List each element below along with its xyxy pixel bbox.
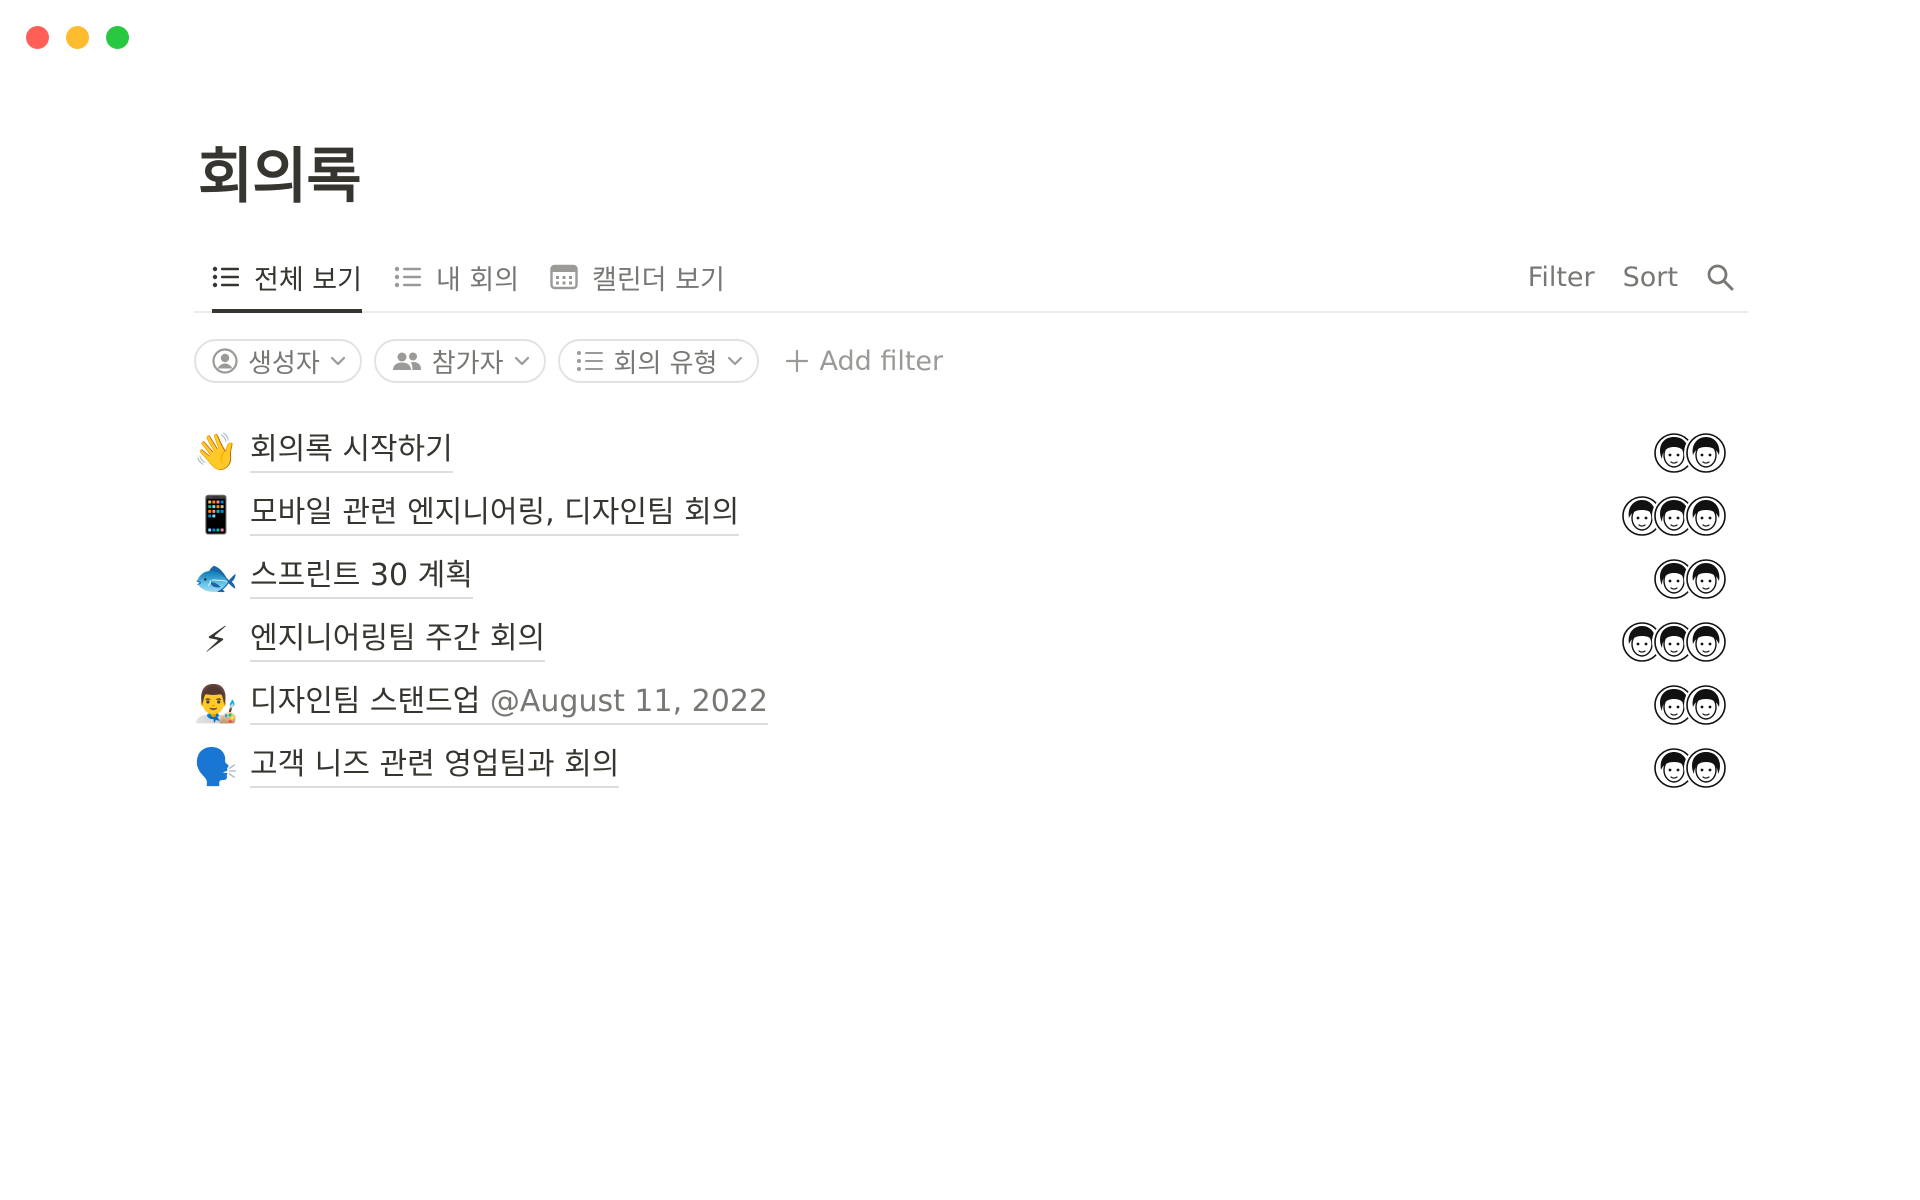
sort-button[interactable]: Sort — [1623, 262, 1678, 293]
tab-all-view[interactable]: 전체 보기 — [212, 245, 362, 313]
meeting-title-text: 고객 니즈 관련 영업팀과 회의 — [250, 746, 620, 782]
meeting-title-text: 디자인팀 스탠드업 — [250, 683, 490, 719]
meeting-list: 👋 회의록 시작하기 📱 모바일 관련 엔지니어링, 디자인팀 회의 🐟 스프린… — [194, 420, 1730, 798]
meeting-row[interactable]: 🐟 스프린트 30 계획 — [194, 546, 1730, 609]
maximize-window-button[interactable] — [106, 26, 129, 49]
filter-bar: 생성자 참가자 회의 유형 Add filter — [194, 337, 943, 385]
chevron-down-icon — [514, 356, 529, 366]
avatar[interactable] — [1684, 431, 1728, 475]
mobile-phone-icon: 📱 — [193, 494, 239, 536]
filter-chip-participants[interactable]: 참가자 — [373, 339, 546, 383]
filter-chip-meeting-type[interactable]: 회의 유형 — [557, 339, 760, 383]
close-window-button[interactable] — [26, 26, 49, 49]
meeting-title[interactable]: 디자인팀 스탠드업 @August 11, 2022 — [250, 683, 768, 725]
person-circle-icon — [212, 348, 238, 374]
meeting-title[interactable]: 엔지니어링팀 주간 회의 — [250, 620, 546, 662]
view-tab-bar: 전체 보기 내 회의 캘린더 보기 Filter Sort — [194, 245, 1748, 313]
calendar-icon — [550, 264, 578, 290]
participant-avatars — [1652, 431, 1728, 475]
participant-avatars — [1652, 683, 1728, 727]
participant-avatars — [1652, 746, 1728, 790]
artist-icon: 👨‍🎨 — [193, 683, 239, 725]
list-icon — [576, 351, 603, 371]
meeting-row[interactable]: 👨‍🎨 디자인팀 스탠드업 @August 11, 2022 — [194, 672, 1730, 735]
filter-button[interactable]: Filter — [1528, 262, 1595, 293]
meeting-title[interactable]: 모바일 관련 엔지니어링, 디자인팀 회의 — [250, 494, 740, 536]
participant-avatars — [1652, 557, 1728, 601]
speaking-head-icon: 🗣️ — [193, 746, 239, 788]
filter-chip-creator[interactable]: 생성자 — [194, 339, 362, 383]
tab-calendar-view[interactable]: 캘린더 보기 — [550, 245, 725, 309]
avatar[interactable] — [1684, 557, 1728, 601]
avatar[interactable] — [1684, 683, 1728, 727]
filter-chip-label: 참가자 — [431, 348, 504, 379]
date-mention: @August 11, 2022 — [489, 683, 768, 719]
meeting-title[interactable]: 회의록 시작하기 — [250, 431, 453, 473]
meeting-title-text: 모바일 관련 엔지니어링, 디자인팀 회의 — [250, 494, 740, 530]
meeting-row[interactable]: 📱 모바일 관련 엔지니어링, 디자인팀 회의 — [194, 483, 1730, 546]
tab-label: 내 회의 — [436, 264, 520, 296]
list-icon — [212, 266, 239, 288]
participant-avatars — [1620, 620, 1728, 664]
people-icon — [392, 352, 421, 370]
tab-label: 전체 보기 — [254, 264, 362, 296]
list-icon — [394, 266, 421, 288]
avatar[interactable] — [1684, 746, 1728, 790]
meeting-title-text: 엔지니어링팀 주간 회의 — [250, 620, 546, 656]
window-controls — [26, 26, 129, 49]
chevron-down-icon — [728, 356, 743, 366]
add-filter-button[interactable]: Add filter — [785, 346, 943, 377]
meeting-title[interactable]: 고객 니즈 관련 영업팀과 회의 — [250, 746, 620, 788]
page-title: 회의록 — [198, 142, 362, 212]
meeting-row[interactable]: ⚡ 엔지니어링팀 주간 회의 — [194, 609, 1730, 672]
fish-icon: 🐟 — [193, 557, 239, 599]
meeting-row[interactable]: 🗣️ 고객 니즈 관련 영업팀과 회의 — [194, 735, 1730, 798]
chevron-down-icon — [330, 356, 345, 366]
add-filter-label: Add filter — [819, 345, 944, 377]
tab-label: 캘린더 보기 — [592, 264, 725, 296]
filter-chip-label: 생성자 — [248, 348, 320, 379]
meeting-title-text: 회의록 시작하기 — [250, 431, 453, 467]
waving-hand-icon: 👋 — [193, 431, 239, 473]
plus-icon — [786, 349, 809, 373]
lightning-icon: ⚡ — [203, 620, 229, 661]
tab-my-meetings[interactable]: 내 회의 — [394, 245, 519, 309]
meeting-row[interactable]: 👋 회의록 시작하기 — [194, 420, 1730, 483]
filter-chip-label: 회의 유형 — [613, 348, 718, 379]
participant-avatars — [1620, 494, 1728, 538]
view-actions: Filter Sort — [1528, 245, 1748, 309]
meeting-title[interactable]: 스프린트 30 계획 — [250, 557, 473, 599]
avatar[interactable] — [1684, 494, 1728, 538]
search-button[interactable] — [1706, 263, 1734, 291]
avatar[interactable] — [1684, 620, 1728, 664]
minimize-window-button[interactable] — [66, 26, 89, 49]
meeting-title-text: 스프린트 30 계획 — [250, 557, 473, 593]
search-icon — [1707, 264, 1734, 291]
